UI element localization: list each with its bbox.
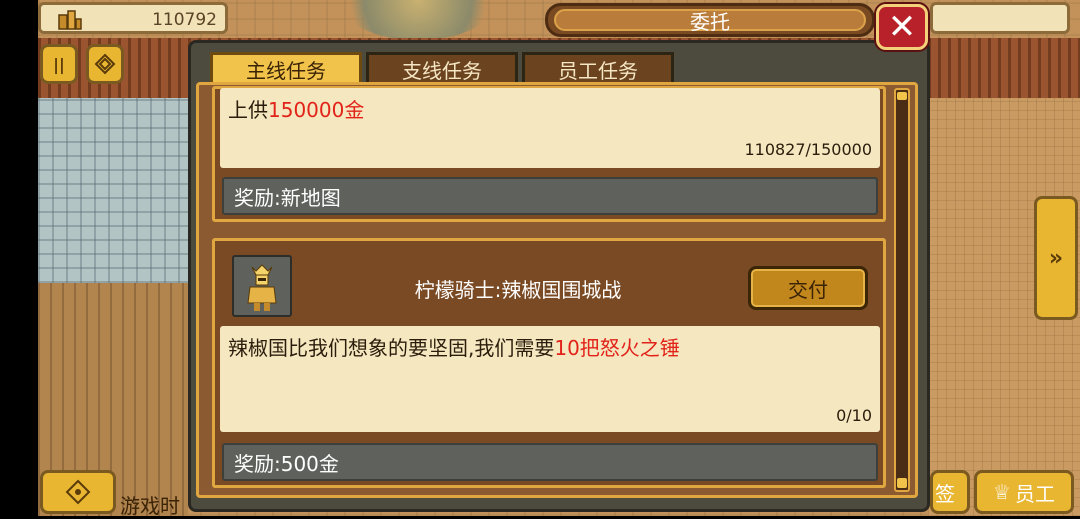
tab-label: 员工任务 (558, 59, 638, 83)
sky-glow (338, 0, 498, 40)
quest-desc-highlight: 150000金 (268, 98, 365, 122)
pause-icon: || (53, 54, 65, 74)
top-right-display (930, 2, 1070, 34)
quest-reward: 奖励:500金 (222, 443, 878, 481)
tab-side-quests[interactable]: 支线任务 (366, 52, 518, 84)
staff-label: 员工 (1014, 481, 1055, 506)
move-button[interactable] (40, 470, 116, 514)
gem-button[interactable] (86, 44, 124, 84)
staff-button[interactable]: ♕ 员工 (974, 470, 1074, 514)
sign-label: 签 (935, 481, 955, 506)
tab-label: 主线任务 (246, 59, 326, 83)
scrollbar[interactable] (894, 88, 910, 492)
quest-reward: 奖励:新地图 (222, 177, 878, 215)
pause-button[interactable]: || (40, 44, 78, 84)
money-value: 110792 (152, 10, 217, 30)
quest-desc-text: 辣椒国比我们想象的要坚固,我们需要10把怒火之锤 (228, 336, 680, 360)
sign-button[interactable]: 签 (930, 470, 970, 514)
quest-desc-highlight: 10把怒火之锤 (554, 336, 680, 360)
quest-description: 上供150000金 110827/150000 (220, 88, 880, 168)
tab-main-quests[interactable]: 主线任务 (210, 52, 362, 84)
game-time-label: 游戏时 (120, 494, 180, 518)
gem-icon (94, 53, 116, 75)
building-icon (58, 10, 82, 30)
quest-avatar (232, 255, 292, 317)
tiled-floor (38, 98, 188, 283)
lemon-knight-icon (247, 264, 277, 311)
dialog-title-bar: 委托 (545, 3, 875, 37)
scroll-thumb[interactable] (897, 92, 907, 100)
deliver-button[interactable]: 交付 (748, 266, 868, 310)
expand-side-button[interactable]: » (1034, 196, 1078, 320)
quest-title: 柠檬骑士:辣椒国围城战 (414, 278, 622, 302)
quest-progress: 110827/150000 (744, 140, 872, 159)
money-display: 110792 (38, 2, 228, 34)
tab-label: 支线任务 (402, 59, 482, 83)
quest-desc-text: 上供150000金 (228, 98, 365, 122)
close-icon: ✕ (887, 7, 917, 47)
scroll-end[interactable] (897, 478, 907, 488)
quest-description: 辣椒国比我们想象的要坚固,我们需要10把怒火之锤 0/10 (220, 326, 880, 432)
close-button[interactable]: ✕ (876, 4, 928, 50)
crown-icon: ♕ (993, 480, 1011, 504)
deliver-label: 交付 (788, 277, 828, 302)
tab-staff-quests[interactable]: 员工任务 (522, 52, 674, 84)
dialog-title: 委托 (690, 9, 730, 34)
double-chevron-right-icon: » (1048, 245, 1064, 271)
quest-progress: 0/10 (836, 406, 872, 425)
dpad-icon (65, 479, 91, 505)
dialog-title-inner: 委托 (554, 9, 866, 34)
